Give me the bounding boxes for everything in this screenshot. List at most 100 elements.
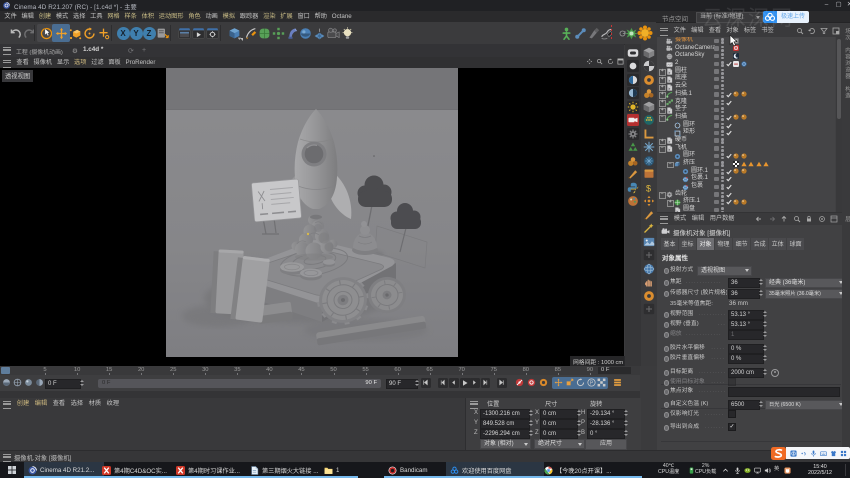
object-name[interactable]: 底座 (675, 75, 687, 83)
layer-chip[interactable] (714, 54, 719, 59)
tag-tri[interactable] (756, 161, 762, 167)
minimize-button[interactable]: – (822, 0, 831, 10)
palette-icon-ruler[interactable] (643, 127, 656, 140)
size-field[interactable]: 0 cm (540, 409, 578, 419)
add-document-icon[interactable]: + (142, 47, 146, 54)
tray-item[interactable]: 英 (774, 462, 779, 478)
menu-模拟[interactable]: 模拟 (220, 11, 237, 22)
tag-mat[interactable] (733, 153, 739, 159)
param-field[interactable]: 53.13 ° (728, 320, 764, 330)
field-stepper[interactable] (528, 419, 533, 427)
object-name[interactable]: 摄像机 (675, 37, 693, 45)
goto-end-button[interactable] (497, 378, 507, 388)
viewport-menu-查看[interactable]: 查看 (14, 57, 31, 68)
cn-icon[interactable] (790, 450, 797, 457)
timeline-slider[interactable]: 0 F 90 F (98, 379, 381, 388)
palette-icon-donut[interactable] (643, 289, 656, 302)
menu-文件[interactable]: 文件 (2, 11, 19, 22)
prev-key-button[interactable] (438, 378, 448, 388)
palette-icon-dark[interactable] (643, 303, 656, 316)
menu-帮助[interactable]: 帮助 (312, 11, 329, 22)
layer-chip[interactable] (714, 46, 719, 51)
key-rotation-toggle[interactable] (576, 378, 586, 388)
anim-dot[interactable] (664, 322, 670, 328)
enabled-check[interactable] (726, 122, 732, 129)
key-position-toggle[interactable] (554, 378, 564, 388)
viewport-menu-显示[interactable]: 显示 (55, 57, 72, 68)
rotation-field[interactable]: -28.136 ° (587, 419, 625, 429)
keyboard-icon[interactable] (820, 450, 827, 457)
anim-dot[interactable] (664, 346, 670, 352)
size-field[interactable]: 0 cm (540, 429, 578, 439)
sync-icon[interactable]: ⟳ (128, 47, 134, 55)
anim-dot[interactable] (664, 332, 670, 338)
hamburger-icon[interactable] (660, 216, 668, 224)
material-menu-编辑[interactable]: 编辑 (32, 398, 50, 410)
object-row-2[interactable]: 2 (657, 60, 835, 68)
anim-s4[interactable] (35, 378, 44, 387)
menu-Octane[interactable]: Octane (329, 11, 354, 22)
palette-icon-pen[interactable] (627, 168, 640, 181)
param-field[interactable]: 53.13 ° (728, 310, 764, 320)
enabled-check[interactable] (726, 114, 732, 121)
menu-扩展[interactable]: 扩展 (278, 11, 295, 22)
material-menu-选择[interactable]: 选择 (68, 398, 86, 410)
palette-icon-cube[interactable] (643, 100, 656, 113)
palette-icon-circle[interactable] (627, 60, 640, 73)
dock-tab-layers[interactable]: 层 (843, 216, 850, 223)
anim-s1[interactable] (2, 378, 11, 387)
menu-样条[interactable]: 样条 (122, 11, 139, 22)
show-desktop-button[interactable] (845, 464, 850, 476)
render-settings-tool-button[interactable] (203, 24, 221, 42)
attribute-tab-物理[interactable]: 物理 (715, 238, 732, 250)
hamburger-icon[interactable] (3, 401, 11, 409)
material-menu-材质[interactable]: 材质 (86, 398, 104, 410)
size-field[interactable]: 0 cm (540, 419, 578, 429)
object-row-挤压.1[interactable]: +挤压.1 (657, 198, 835, 206)
keyselection-button[interactable] (539, 378, 549, 388)
palette-icon-rocks[interactable] (643, 87, 656, 100)
apply-button[interactable]: 应用 (585, 439, 627, 450)
field-stepper[interactable] (762, 330, 767, 338)
end-frame-stepper[interactable] (414, 379, 419, 387)
tray-item[interactable] (734, 462, 741, 478)
menu-运动图形[interactable]: 运动图形 (156, 11, 186, 22)
tray-item[interactable] (754, 462, 761, 478)
tray-item[interactable] (688, 462, 695, 478)
field-stepper[interactable] (762, 320, 767, 328)
menu-网格[interactable]: 网格 (105, 11, 122, 22)
enabled-check[interactable] (726, 191, 732, 198)
object-row-圆环[interactable]: 圆环 (657, 152, 835, 160)
enabled-check[interactable] (726, 99, 732, 106)
menu-编辑[interactable]: 编辑 (19, 11, 36, 22)
key-scale-toggle[interactable] (565, 378, 575, 388)
light-tool-button[interactable] (338, 24, 356, 42)
menu-模式[interactable]: 模式 (53, 11, 70, 22)
lock-icon[interactable] (805, 215, 813, 223)
tag-blue[interactable] (741, 61, 747, 67)
param-field[interactable]: 0 % (728, 344, 764, 354)
am-menu-用户数据[interactable]: 用户数据 (707, 213, 737, 225)
taskbar-task[interactable]: Cinema 4D R21.2... (24, 462, 104, 478)
menu-角色[interactable]: 角色 (186, 11, 203, 22)
tag-mat[interactable] (741, 153, 747, 159)
rotation-field[interactable]: 0 ° (587, 429, 625, 439)
enabled-check[interactable] (726, 175, 732, 182)
maximize-button[interactable]: ▢ (834, 0, 843, 10)
taskbar-task[interactable]: 1 (320, 462, 358, 478)
field-stepper[interactable] (762, 368, 767, 376)
layer-chip[interactable] (714, 177, 719, 182)
param-checkbox[interactable] (728, 378, 736, 386)
param-dropdown[interactable]: 日光 (6500 K) (765, 400, 846, 410)
object-row-OctaneSky[interactable]: OctaneSky (657, 52, 835, 60)
rotation-field[interactable]: -29.134 ° (587, 409, 625, 419)
object-name[interactable]: 垫子 (675, 106, 687, 114)
link-box[interactable] (728, 387, 840, 397)
object-row-矩形[interactable]: 矩形 (657, 129, 835, 137)
tag-mat[interactable] (733, 114, 739, 120)
close-button[interactable]: ✕ (845, 0, 850, 10)
orange-plugin-tool-button[interactable] (636, 24, 654, 42)
layer-chip[interactable] (714, 192, 719, 197)
field-stepper[interactable] (758, 400, 763, 408)
layer-chip[interactable] (714, 162, 719, 167)
